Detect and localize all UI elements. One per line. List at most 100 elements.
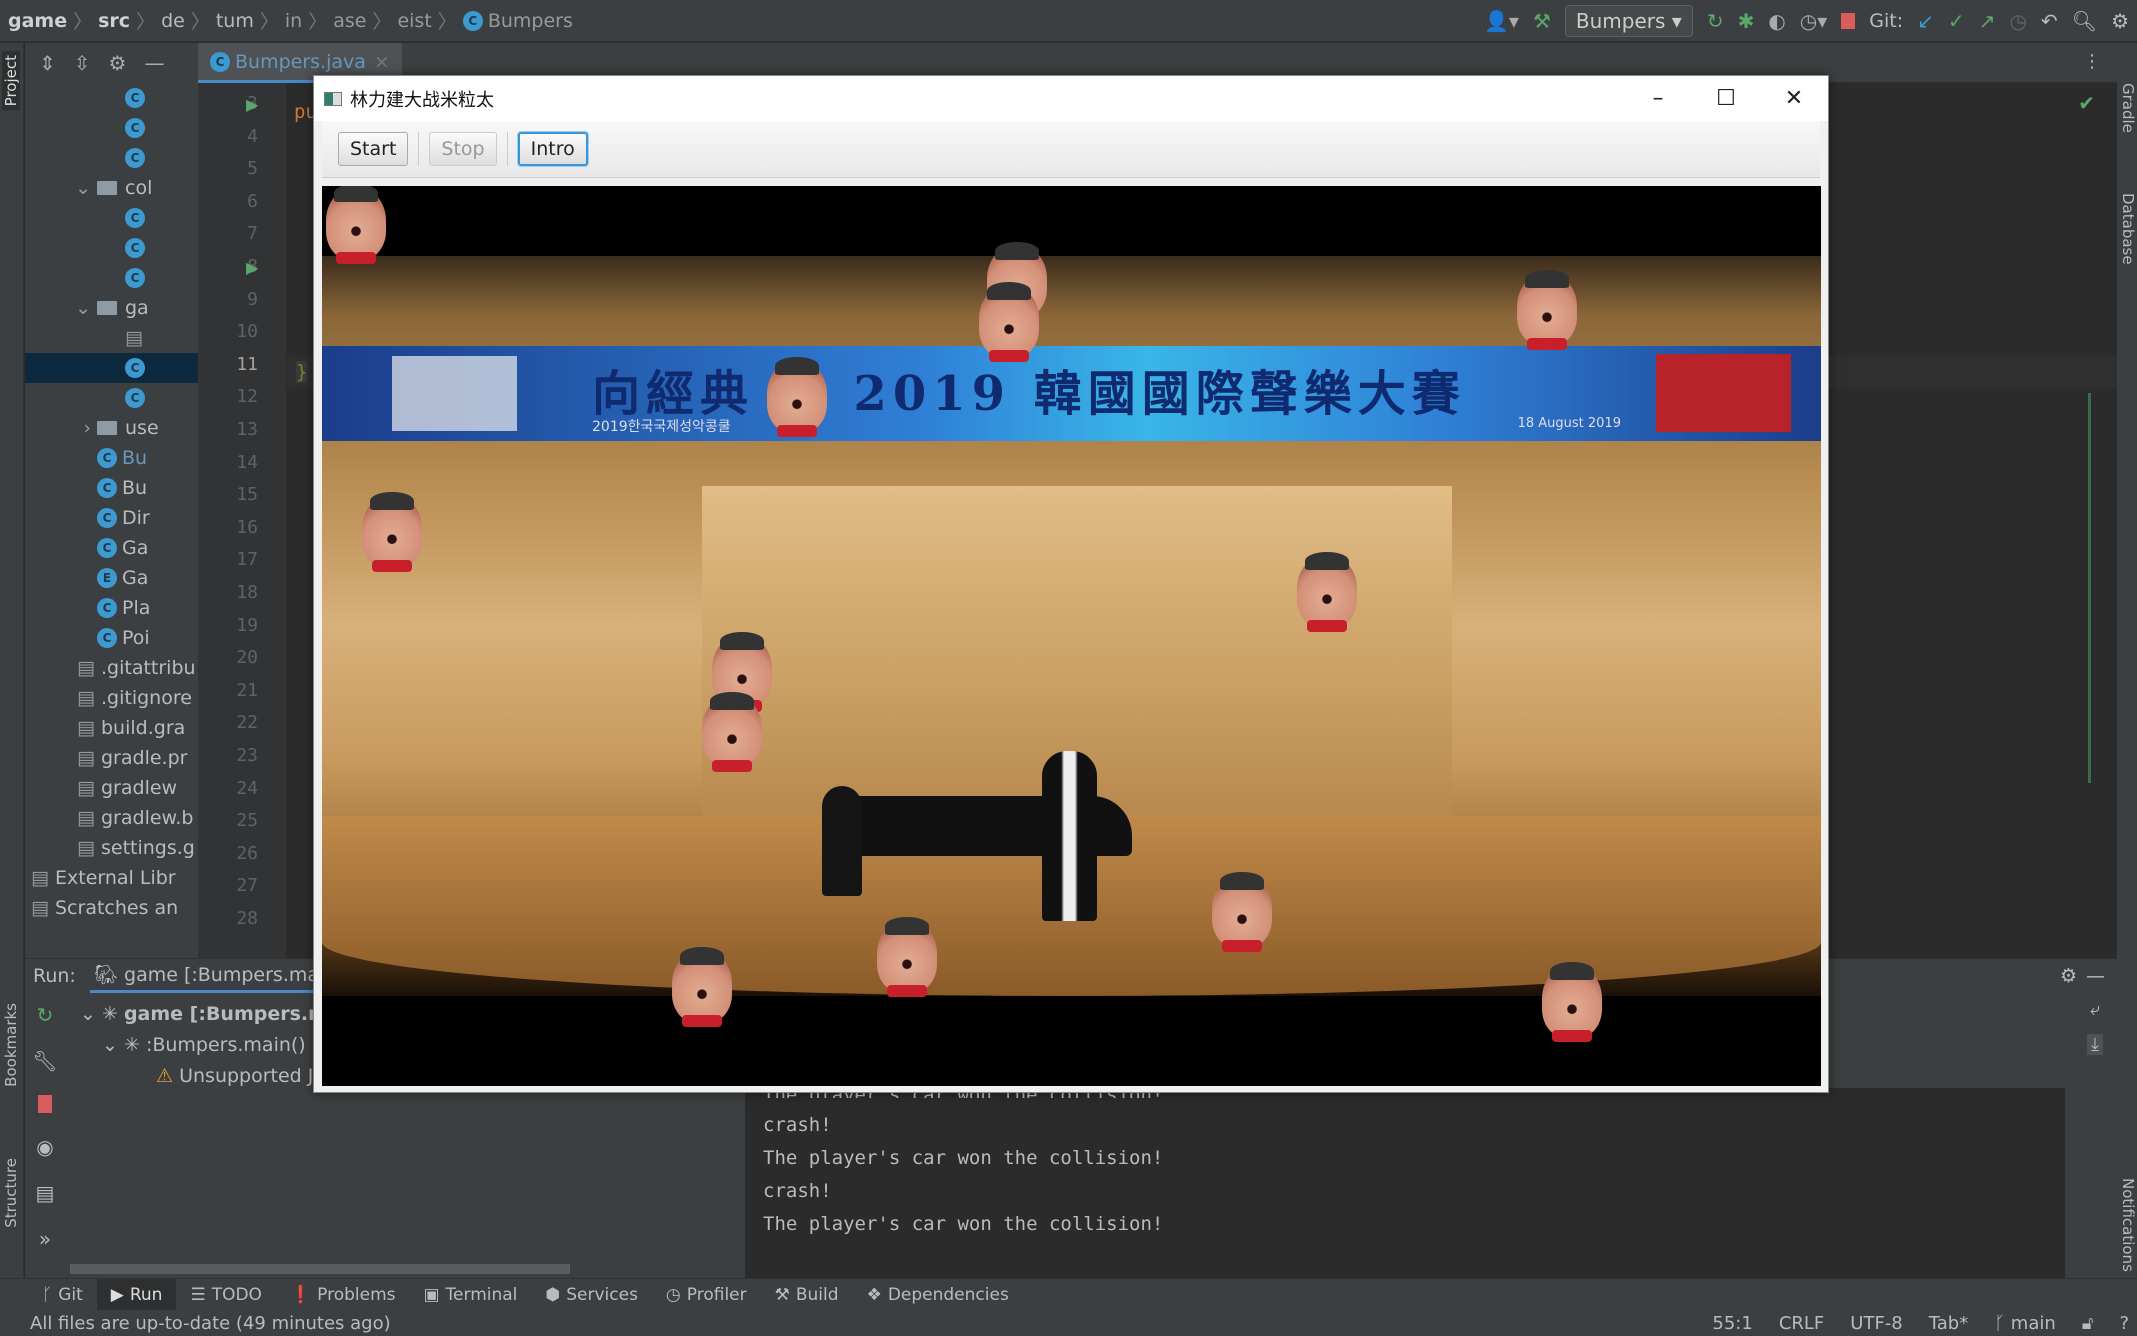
tree-item[interactable]: C	[25, 353, 198, 383]
more-tabs-icon[interactable]: ⋮	[2083, 51, 2101, 72]
tree-item[interactable]: C Ga	[25, 533, 198, 563]
scroll-to-end-icon[interactable]: ⤓	[2087, 1034, 2103, 1055]
stop-icon[interactable]	[38, 1095, 52, 1113]
tree-item[interactable]: ⌄ col	[25, 173, 198, 203]
tree-item[interactable]: C	[25, 143, 198, 173]
wrench-icon[interactable]: 🔧︎	[32, 1049, 57, 1073]
run-tree-item[interactable]: ⌄ ✳ game [:Bumpers.ma	[80, 999, 341, 1030]
collapse-all-icon[interactable]: ⇳	[74, 51, 91, 75]
breadcrumb-item[interactable]: de	[161, 10, 185, 32]
layout-icon[interactable]: ▤	[36, 1181, 55, 1205]
tree-item[interactable]: C Poi	[25, 623, 198, 653]
tree-item[interactable]: ▤ gradle.pr	[25, 743, 198, 773]
tree-item[interactable]: C	[25, 263, 198, 293]
tree-item[interactable]: ▤ gradlew.b	[25, 803, 198, 833]
run-gutter-icon[interactable]: ▶	[246, 95, 258, 114]
breadcrumb-item[interactable]: Bumpers	[488, 10, 573, 32]
stop-button[interactable]: Stop	[429, 132, 497, 166]
tree-item[interactable]: ▤ gradlew	[25, 773, 198, 803]
lock-icon[interactable]: 🔓︎	[2082, 1313, 2094, 1334]
hide-icon[interactable]: —	[2086, 965, 2105, 987]
tab-run[interactable]: ▶ Run	[96, 1278, 177, 1311]
tree-item[interactable]: C Bu	[25, 443, 198, 473]
tree-item[interactable]: ▤ External Libr	[25, 863, 198, 893]
minimize-button[interactable]: –	[1624, 76, 1692, 121]
debug-icon[interactable]: ✱	[1738, 9, 1755, 33]
file-encoding[interactable]: UTF-8	[1850, 1313, 1902, 1334]
tree-item[interactable]: C	[25, 203, 198, 233]
build-hammer-icon[interactable]: ⚒	[1533, 9, 1551, 33]
chevron-down-icon[interactable]: ⌄	[25, 297, 97, 319]
eye-icon[interactable]: ◉	[36, 1135, 53, 1159]
structure-tool-button[interactable]: Structure	[2, 1158, 20, 1228]
line-separator[interactable]: CRLF	[1779, 1313, 1824, 1334]
coverage-icon[interactable]: ◐	[1768, 9, 1785, 33]
tree-item[interactable]: ▤ build.gra	[25, 713, 198, 743]
tree-item[interactable]: ▤ .gitattribu	[25, 653, 198, 683]
tree-item[interactable]: C Pla	[25, 593, 198, 623]
settings-icon[interactable]: ⚙	[2111, 9, 2129, 33]
tree-item[interactable]: C	[25, 383, 198, 413]
tree-item[interactable]: › use	[25, 413, 198, 443]
search-icon[interactable]: 🔍︎	[2072, 9, 2097, 33]
tree-item[interactable]: E Ga	[25, 563, 198, 593]
game-window-titlebar[interactable]: 林力建大战米粒太 – ☐ ✕	[314, 76, 1828, 121]
stop-icon[interactable]	[1841, 13, 1856, 29]
soft-wrap-icon[interactable]: ⤶	[2090, 999, 2100, 1020]
tab-terminal[interactable]: ▣ Terminal	[409, 1279, 531, 1311]
tab-dependencies[interactable]: ❖ Dependencies	[853, 1279, 1023, 1311]
git-branch[interactable]: ᚴ main	[1994, 1313, 2056, 1334]
breadcrumb-item[interactable]: in	[285, 10, 302, 32]
tree-item[interactable]: C	[25, 83, 198, 113]
run-tree-item[interactable]: ⌄ ✳ :Bumpers.main()	[80, 1030, 341, 1061]
tree-item[interactable]: ▤ settings.g	[25, 833, 198, 863]
tab-services[interactable]: ⬢ Services	[531, 1279, 652, 1311]
console-output[interactable]: The player's car won the collision! cras…	[745, 1084, 2065, 1278]
project-tool-button[interactable]: Project	[2, 51, 20, 111]
breadcrumb-item[interactable]: ase	[333, 10, 366, 32]
git-push-icon[interactable]: ↗	[1979, 9, 1996, 33]
tree-item[interactable]: ▤	[25, 323, 198, 353]
run-config-dropdown[interactable]: Bumpers ▾	[1564, 5, 1693, 37]
expand-all-icon[interactable]: ⇕	[39, 51, 56, 75]
settings-icon[interactable]: ⚙	[2060, 965, 2077, 987]
rerun-icon[interactable]: ↻	[37, 1003, 54, 1027]
chevron-down-icon[interactable]: ⌄	[25, 177, 97, 199]
more-icon[interactable]: »	[39, 1227, 51, 1251]
chevron-right-icon[interactable]: ›	[25, 417, 97, 439]
maximize-button[interactable]: ☐	[1692, 76, 1760, 121]
breadcrumb-item[interactable]: src	[98, 10, 130, 32]
git-update-icon[interactable]: ↙	[1917, 9, 1934, 33]
rerun-icon[interactable]: ↻	[1707, 9, 1724, 33]
tab-todo[interactable]: ☰ TODO	[176, 1279, 276, 1311]
profiler-icon[interactable]: ◷▾	[1800, 9, 1828, 33]
tree-item[interactable]: C	[25, 233, 198, 263]
tab-git[interactable]: ᚴ Git	[28, 1279, 97, 1311]
rollback-icon[interactable]: ↶	[2041, 9, 2058, 33]
status-message[interactable]: All files are up-to-date (49 minutes ago…	[30, 1313, 391, 1334]
intro-button[interactable]: Intro	[517, 132, 588, 166]
tree-item[interactable]: C Dir	[25, 503, 198, 533]
git-commit-icon[interactable]: ✓	[1948, 9, 1965, 33]
help-icon[interactable]: ?	[2119, 1313, 2129, 1334]
caret-position[interactable]: 55:1	[1712, 1313, 1752, 1334]
tab-profiler[interactable]: ◷ Profiler	[652, 1279, 761, 1311]
start-button[interactable]: Start	[338, 132, 409, 166]
game-canvas[interactable]: 向經典 敬 2019 韓國國際聲樂大賽 2019한국국제성악콩쿨 18 Augu…	[322, 186, 1821, 1086]
close-button[interactable]: ✕	[1760, 76, 1828, 121]
notifications-tool-button[interactable]: Notifications	[2119, 1178, 2137, 1272]
tree-item[interactable]: ▤ .gitignore	[25, 683, 198, 713]
run-tab[interactable]: 🐘︎ game [:Bumpers.main	[89, 959, 341, 993]
database-tool-button[interactable]: Database	[2119, 193, 2137, 265]
indent-setting[interactable]: Tab*	[1929, 1313, 1968, 1334]
tree-item[interactable]: ⌄ ga	[25, 293, 198, 323]
tab-build[interactable]: ⚒ Build	[761, 1279, 853, 1311]
run-tree-item[interactable]: ⚠ Unsupported J	[80, 1061, 341, 1092]
breadcrumb-item[interactable]: eist	[397, 10, 431, 32]
profile-icon[interactable]: 👤▾	[1484, 9, 1519, 33]
horizontal-scrollbar[interactable]	[70, 1264, 570, 1274]
gear-icon[interactable]: ⚙	[109, 51, 127, 75]
hide-icon[interactable]: —	[144, 51, 164, 75]
tree-item[interactable]: C	[25, 113, 198, 143]
bookmarks-tool-button[interactable]: Bookmarks	[2, 1003, 20, 1087]
